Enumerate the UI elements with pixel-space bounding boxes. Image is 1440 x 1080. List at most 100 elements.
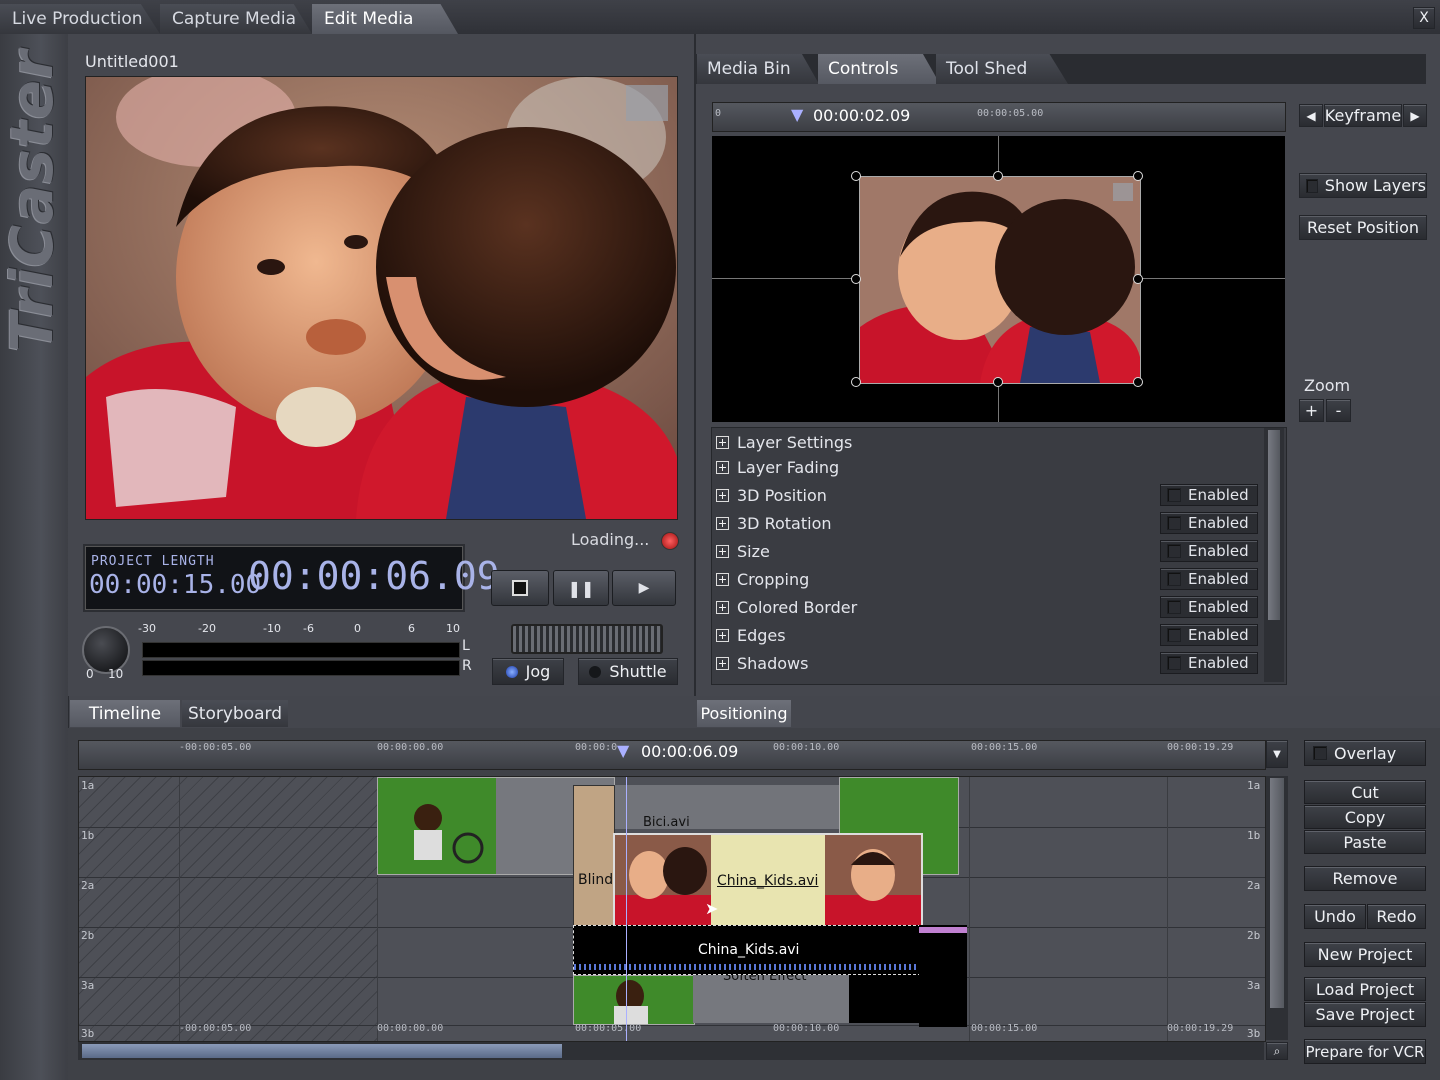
tab-tool-shed[interactable]: Tool Shed <box>936 54 1068 84</box>
clip-thumb-image <box>615 847 711 927</box>
zoom-in-button[interactable]: + <box>1299 399 1324 422</box>
enabled-checkbox[interactable]: Enabled <box>1160 512 1258 534</box>
enabled-checkbox[interactable]: Enabled <box>1160 540 1258 562</box>
scrollbar-thumb[interactable] <box>1270 778 1284 1008</box>
show-layers-checkbox[interactable]: Show Layers <box>1299 173 1427 198</box>
keyframe-button[interactable]: Keyframe <box>1324 104 1402 127</box>
cut-button[interactable]: Cut <box>1304 780 1426 804</box>
load-project-button[interactable]: Load Project <box>1304 977 1426 1001</box>
reset-position-button[interactable]: Reset Position <box>1299 215 1427 240</box>
enabled-checkbox[interactable]: Enabled <box>1160 568 1258 590</box>
checkbox-icon <box>1306 178 1318 193</box>
position-viewport[interactable] <box>712 136 1285 422</box>
paste-button[interactable]: Paste <box>1304 830 1426 854</box>
resize-handle[interactable] <box>1133 171 1143 181</box>
resize-handle[interactable] <box>851 274 861 284</box>
tab-media-bin[interactable]: Media Bin <box>697 54 819 84</box>
shuttle-toggle[interactable]: Shuttle <box>578 658 678 685</box>
triangle-left-icon: ◀ <box>1306 108 1316 123</box>
prop-label: Cropping <box>737 569 810 589</box>
new-project-button[interactable]: New Project <box>1304 942 1426 967</box>
clip-china-kids[interactable]: China_Kids.avi <box>613 833 923 929</box>
prop-3d-position[interactable]: 3D Position Enabled <box>712 482 1258 508</box>
keyframe-ruler[interactable]: 0 00:00:05.00 ▼ 00:00:02.09 <box>712 102 1286 132</box>
enabled-checkbox[interactable]: Enabled <box>1160 484 1258 506</box>
project-length-label: PROJECT LENGTH <box>91 554 215 569</box>
prop-layer-fading[interactable]: Layer Fading <box>712 454 1257 480</box>
timeline-hscroll[interactable] <box>78 1042 1264 1060</box>
prop-label: Colored Border <box>737 597 858 617</box>
undo-button[interactable]: Undo <box>1304 904 1366 929</box>
scrollbar-thumb[interactable] <box>82 1044 562 1058</box>
prop-3d-rotation[interactable]: 3D Rotation Enabled <box>712 510 1258 536</box>
enabled-checkbox[interactable]: Enabled <box>1160 596 1258 618</box>
tab-capture-media[interactable]: Capture Media <box>160 4 312 34</box>
meter-tick: 0 <box>354 622 361 635</box>
jog-wheel[interactable] <box>511 624 663 654</box>
tab-edit-media[interactable]: Edit Media <box>312 4 458 34</box>
resize-handle[interactable] <box>1133 377 1143 387</box>
zoom-label: Zoom <box>1304 376 1351 395</box>
resize-handle[interactable] <box>993 377 1003 387</box>
close-button[interactable]: X <box>1413 7 1435 29</box>
clip-soften[interactable]: Soften Effect <box>693 975 849 1023</box>
timeline-vscroll[interactable] <box>1266 776 1288 1040</box>
track-label: 1b <box>1247 829 1261 842</box>
prepare-vcr-button[interactable]: Prepare for VCR <box>1304 1039 1426 1064</box>
timeline-ruler[interactable]: -00:00:05.00 00:00:00.00 00:00:0 00:00:1… <box>78 740 1266 770</box>
enabled-label: Enabled <box>1188 598 1249 616</box>
timeline-menu-button[interactable]: ▼ <box>1266 740 1288 768</box>
enabled-label: Enabled <box>1188 514 1249 532</box>
prop-colored-border[interactable]: Colored Border Enabled <box>712 594 1258 620</box>
zoom-out-button[interactable]: - <box>1326 399 1351 422</box>
play-icon: ▶ <box>638 580 650 596</box>
checkbox-icon <box>1167 600 1181 614</box>
tab-live-production[interactable]: Live Production <box>0 4 160 34</box>
prev-keyframe-button[interactable]: ◀ <box>1299 104 1323 127</box>
expand-icon <box>716 656 729 670</box>
redo-button[interactable]: Redo <box>1367 904 1426 929</box>
properties-scrollbar[interactable] <box>1264 428 1284 682</box>
copy-button[interactable]: Copy <box>1304 805 1426 829</box>
overlay-checkbox[interactable]: Overlay <box>1304 740 1426 766</box>
layer-thumbnail[interactable] <box>859 176 1141 384</box>
pause-button[interactable]: ❚❚ <box>553 570 609 606</box>
resize-handle[interactable] <box>851 171 861 181</box>
timeline-zoom-button[interactable]: ⌕ <box>1266 1042 1288 1060</box>
enabled-checkbox[interactable]: Enabled <box>1160 624 1258 646</box>
play-button[interactable]: ▶ <box>612 570 676 606</box>
prop-cropping[interactable]: Cropping Enabled <box>712 566 1258 592</box>
transition-blinds[interactable]: Blinds <box>573 785 615 927</box>
prop-layer-settings[interactable]: Layer Settings <box>712 429 1257 455</box>
clip-thumb-image <box>414 804 484 864</box>
clip-video-3[interactable] <box>573 975 695 1025</box>
save-project-button[interactable]: Save Project <box>1304 1002 1426 1027</box>
project-title: Untitled001 <box>85 52 179 71</box>
ruler-label: -00:00:05.00 <box>179 1023 252 1034</box>
scrollbar-thumb[interactable] <box>1268 430 1280 620</box>
enabled-checkbox[interactable]: Enabled <box>1160 652 1258 674</box>
tab-positioning[interactable]: Positioning <box>697 700 791 727</box>
resize-handle[interactable] <box>1133 274 1143 284</box>
jog-toggle[interactable]: Jog <box>492 658 564 685</box>
tab-timeline[interactable]: Timeline <box>70 700 180 727</box>
prop-edges[interactable]: Edges Enabled <box>712 622 1258 648</box>
timeline-tracks[interactable]: 1a 1b 2a 2b 3a 3b 1a 1b 2a 2b 3a 3b Bici… <box>78 776 1266 1042</box>
remove-button[interactable]: Remove <box>1304 866 1426 891</box>
clip-bici[interactable]: Bici.avi <box>613 785 875 829</box>
clip-thumbnail <box>615 835 711 927</box>
meter-tick: 10 <box>446 622 460 635</box>
resize-handle[interactable] <box>993 171 1003 181</box>
radio-on-icon <box>505 665 518 678</box>
current-timecode: 00:00:06.09 <box>248 554 500 598</box>
prop-shadows[interactable]: Shadows Enabled <box>712 650 1258 676</box>
enabled-label: Enabled <box>1188 570 1249 588</box>
tab-storyboard[interactable]: Storyboard <box>182 700 288 727</box>
next-keyframe-button[interactable]: ▶ <box>1403 104 1427 127</box>
resize-handle[interactable] <box>851 377 861 387</box>
triangle-right-icon: ▶ <box>1410 108 1420 123</box>
prop-size[interactable]: Size Enabled <box>712 538 1258 564</box>
grid-line <box>969 777 970 1041</box>
stop-button[interactable] <box>491 570 549 606</box>
tab-controls[interactable]: Controls <box>818 54 940 84</box>
